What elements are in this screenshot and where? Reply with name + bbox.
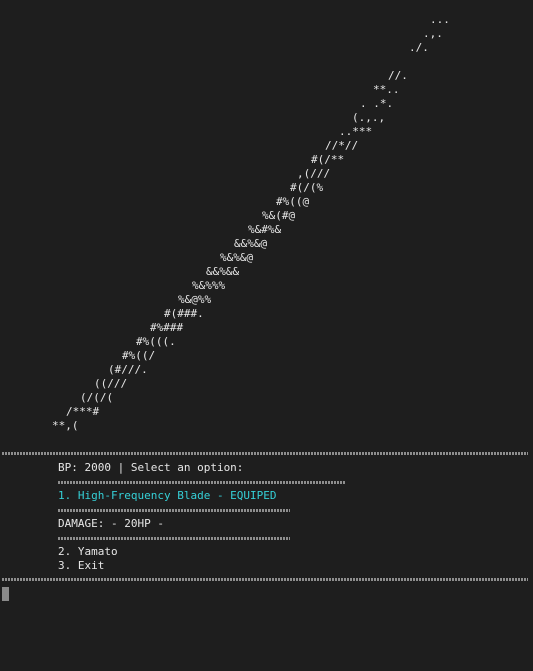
- ascii-art-line: ((///: [94, 377, 128, 390]
- ascii-art-line: %&(#@: [262, 209, 296, 222]
- ascii-art-line: ...: [430, 13, 450, 26]
- terminal-cursor[interactable]: [2, 587, 9, 601]
- ascii-art-line: #%((/: [122, 349, 156, 362]
- ascii-art-line: (.,.,: [352, 111, 386, 124]
- ascii-art-line: . .*.: [360, 97, 394, 110]
- ascii-art-line: #%((@: [276, 195, 310, 208]
- ascii-art-line: ..***: [339, 125, 373, 138]
- ascii-art-line: #(/**: [311, 153, 345, 166]
- ascii-art-line: #(###.: [164, 307, 204, 320]
- menu-divider: [58, 537, 290, 540]
- ascii-art-line: &&%&&: [206, 265, 240, 278]
- bp-prompt: BP: 2000 | Select an option:: [58, 461, 244, 474]
- ascii-art-line: &&%&@: [234, 237, 268, 250]
- ascii-art-line: #%(((.: [136, 335, 176, 348]
- menu-divider: [58, 481, 346, 484]
- full-width-divider: [2, 452, 528, 455]
- menu-divider: [58, 509, 290, 512]
- menu-item-exit[interactable]: 3. Exit: [58, 559, 104, 573]
- ascii-art-line: .,.: [423, 27, 443, 40]
- ascii-art-line: **,(: [52, 419, 79, 432]
- ascii-art-line: %&%&@: [220, 251, 254, 264]
- ascii-art-line: (#///.: [108, 363, 148, 376]
- ascii-art-line: //.: [388, 69, 408, 82]
- ascii-art-line: #(/(%: [290, 181, 324, 194]
- damage-label: DAMAGE: - 20HP -: [58, 517, 164, 530]
- ascii-art-line: #%###: [150, 321, 184, 334]
- menu-item-yamato[interactable]: 2. Yamato: [58, 545, 118, 559]
- ascii-art-line: ,(///: [297, 167, 331, 180]
- ascii-art-line: **..: [373, 83, 400, 96]
- ascii-art-line: %&@%%: [178, 293, 212, 306]
- ascii-art-line: //*//: [325, 139, 359, 152]
- ascii-art-line: /***#: [66, 405, 100, 418]
- full-width-divider: [2, 578, 528, 581]
- ascii-art-line: %&#%&: [248, 223, 282, 236]
- ascii-art-line: ./.: [409, 41, 429, 54]
- ascii-art-line: %&%%%: [192, 279, 226, 292]
- ascii-art-line: (/(/(: [80, 391, 114, 404]
- menu-item-high-frequency-blade[interactable]: 1. High-Frequency Blade - EQUIPED: [58, 489, 277, 503]
